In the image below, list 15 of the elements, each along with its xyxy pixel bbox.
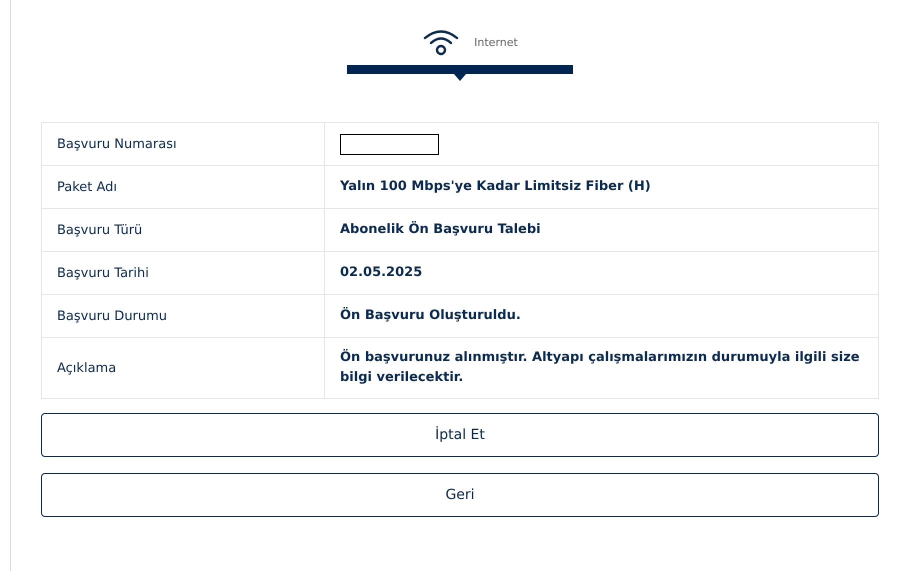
action-button[interactable]: Geri <box>41 473 879 517</box>
field-label: Başvuru Türü <box>57 222 142 238</box>
field-value: Yalın 100 Mbps'ye Kadar Limitsiz Fiber (H) <box>340 178 651 196</box>
field-label: Açıklama <box>57 360 116 376</box>
field-value: Ön Başvuru Oluşturuldu. <box>340 306 521 325</box>
field-label: Paket Adı <box>57 180 118 194</box>
field-label: Başvuru Tarihi <box>57 266 149 280</box>
field-value: 02.05.2025 <box>340 264 422 282</box>
field-value: Abonelik Ön Başvuru Talebi <box>340 220 541 239</box>
step-label: Internet <box>474 36 518 48</box>
action-button[interactable]: İptal Et <box>41 413 879 457</box>
field-label: Başvuru Durumu <box>57 308 168 324</box>
wifi-icon <box>422 28 460 56</box>
field-label: Başvuru Numarası <box>57 136 177 152</box>
field-value: Ön başvurunuz alınmıştır. Altyapı çalışmalarımızın durumuyla ilgili size bilgi verilecektir. <box>340 348 861 387</box>
